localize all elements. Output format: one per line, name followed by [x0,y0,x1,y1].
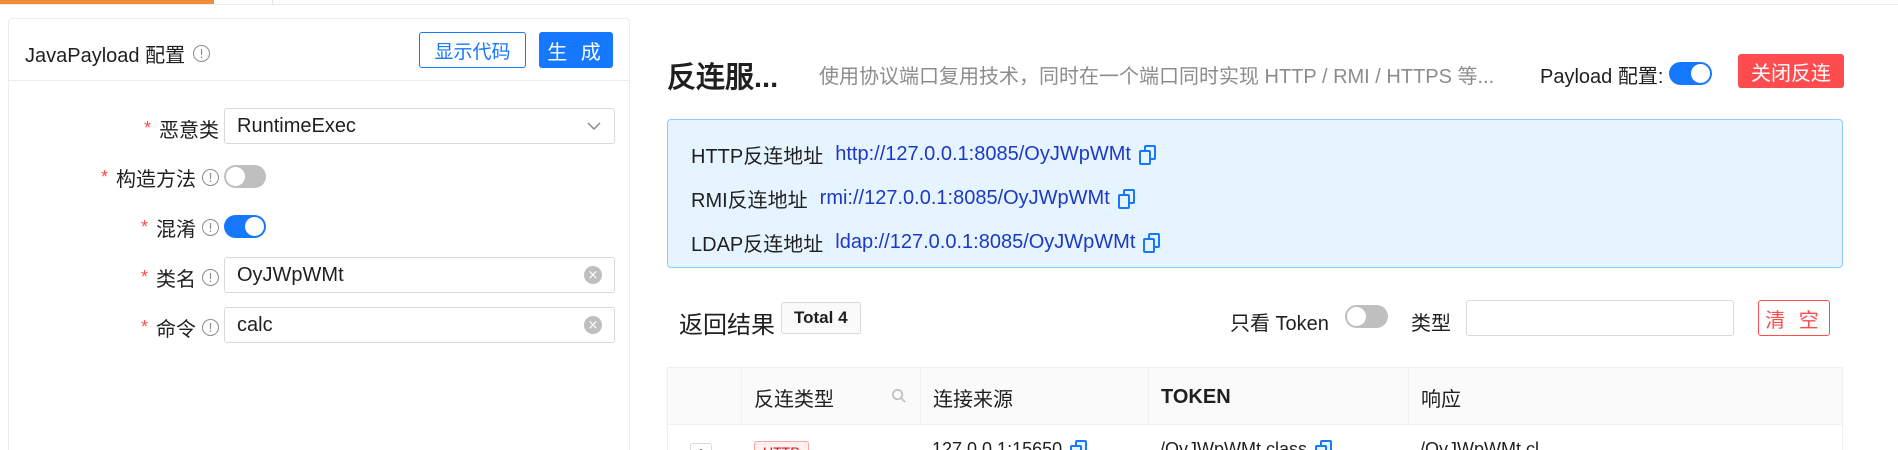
obfuscate-label: * 混淆 ! [141,213,219,242]
address-row-http: HTTP反连地址 http://127.0.0.1:8085/OyJWpWMt [691,140,1157,169]
expand-column-header [668,368,741,426]
results-title: 返回结果 [679,312,775,339]
column-header-label: TOKEN [1161,385,1231,408]
source-cell: 127.0.0.1:15650 [932,439,1088,450]
form-row-command: * 命令 ! calc × [9,307,631,343]
info-icon[interactable]: ! [202,269,219,286]
malicious-class-select[interactable]: RuntimeExec [224,108,615,144]
switch-knob [226,167,245,186]
required-mark: * [140,267,148,287]
form-row-class-name: * 类名 ! OyJWpWMt × [9,257,631,293]
column-header-label: 反连类型 [754,388,834,411]
class-name-label-text: 类名 [156,269,196,291]
form-row-malicious-class: * 恶意类 RuntimeExec [9,108,631,144]
panel-title-text: JavaPayload 配置 [25,45,186,67]
type-filter-label: 类型 [1411,313,1451,335]
command-input[interactable]: calc × [224,307,615,343]
switch-knob [245,217,264,236]
constructor-label-text: 构造方法 [116,169,196,191]
response-cell: /OyJWpWMt.cl [1420,439,1539,450]
address-row-rmi: RMI反连地址 rmi://127.0.0.1:8085/OyJWpWMt [691,184,1136,213]
column-header-token: TOKEN [1148,368,1408,426]
payload-config-switch[interactable] [1669,62,1712,85]
address-row-ldap: LDAP反连地址 ldap://127.0.0.1:8085/OyJWpWMt [691,228,1161,257]
expand-row-button[interactable]: + [690,443,712,450]
info-icon[interactable]: ! [202,319,219,336]
column-header-label: 响应 [1421,388,1461,411]
active-tab-indicator [0,0,214,4]
show-code-button[interactable]: 显示代码 [419,32,526,68]
command-label-text: 命令 [156,319,196,341]
class-name-value: OyJWpWMt [237,263,344,286]
java-payload-config-panel: JavaPayload 配置 ! 显示代码 生 成 * 恶意类 RuntimeE… [8,18,630,450]
address-link[interactable]: http://127.0.0.1:8085/OyJWpWMt [835,143,1131,166]
column-header-response: 响应 [1408,368,1842,426]
address-label: RMI反连地址 [691,190,808,212]
constructor-label: * 构造方法 ! [101,163,219,192]
command-label: * 命令 ! [141,313,219,342]
info-icon[interactable]: ! [202,219,219,236]
reverse-address-box: HTTP反连地址 http://127.0.0.1:8085/OyJWpWMt … [667,119,1843,268]
panel-header: JavaPayload 配置 ! 显示代码 生 成 [9,19,629,81]
address-label: LDAP反连地址 [691,234,824,256]
clear-icon[interactable]: × [584,316,602,334]
chevron-down-icon [586,117,602,140]
payload-config-label: Payload 配置: [1540,66,1664,88]
token-cell: /OyJWpWMt.class [1160,439,1333,450]
column-header-label: 连接来源 [933,388,1013,411]
copy-icon[interactable] [1138,144,1157,165]
search-icon[interactable] [891,388,906,407]
tab-divider [272,0,273,5]
address-link[interactable]: rmi://127.0.0.1:8085/OyJWpWMt [820,187,1110,210]
address-link[interactable]: ldap://127.0.0.1:8085/OyJWpWMt [835,231,1135,254]
response-value: /OyJWpWMt.cl [1420,439,1539,450]
copy-icon[interactable] [1117,188,1136,209]
switch-knob [1691,64,1710,83]
copy-icon[interactable] [1070,439,1088,450]
obfuscate-switch[interactable] [224,215,266,238]
type-tag: HTTP [754,441,809,450]
copy-icon[interactable] [1143,232,1161,253]
type-filter-input[interactable] [1466,300,1734,336]
required-mark: * [140,217,148,237]
command-value: calc [237,313,273,336]
reverse-server-title: 反连服... [667,62,779,94]
class-name-input[interactable]: OyJWpWMt × [224,257,615,293]
source-value: 127.0.0.1:15650 [932,439,1063,450]
column-header-type[interactable]: 反连类型 [741,368,920,426]
form-row-constructor: * 构造方法 ! [9,157,631,193]
panel-title: JavaPayload 配置 ! [25,39,211,68]
close-reverse-button[interactable]: 关闭反连 [1738,54,1844,88]
results-table-header: 反连类型 连接来源 TOKEN 响应 [667,367,1843,426]
column-header-source: 连接来源 [920,368,1148,426]
total-count-badge: Total 4 [781,302,861,334]
address-label: HTTP反连地址 [691,146,824,168]
malicious-class-label-text: 恶意类 [159,120,219,142]
only-token-label: 只看 Token [1230,313,1329,335]
constructor-switch[interactable] [224,165,266,188]
only-token-switch[interactable] [1345,305,1388,328]
switch-knob [1347,307,1366,326]
token-value: /OyJWpWMt.class [1160,439,1307,450]
info-icon[interactable]: ! [202,169,219,186]
required-mark: * [143,118,151,138]
table-row: + HTTP 127.0.0.1:15650 /OyJWpWMt.class /… [667,425,1843,450]
top-tab-bar [0,0,1898,5]
obfuscate-label-text: 混淆 [156,219,196,241]
class-name-label: * 类名 ! [141,263,219,292]
reverse-server-description: 使用协议端口复用技术，同时在一个端口同时实现 HTTP / RMI / HTTP… [819,66,1495,88]
generate-button[interactable]: 生 成 [539,32,613,68]
malicious-class-label: * 恶意类 [144,114,219,143]
form-row-obfuscate: * 混淆 ! [9,207,631,243]
required-mark: * [100,167,108,187]
clear-icon[interactable]: × [584,266,602,284]
info-icon[interactable]: ! [193,45,211,62]
clear-results-button[interactable]: 清 空 [1758,300,1830,336]
copy-icon[interactable] [1315,439,1333,450]
required-mark: * [140,317,148,337]
malicious-class-value: RuntimeExec [237,114,356,137]
